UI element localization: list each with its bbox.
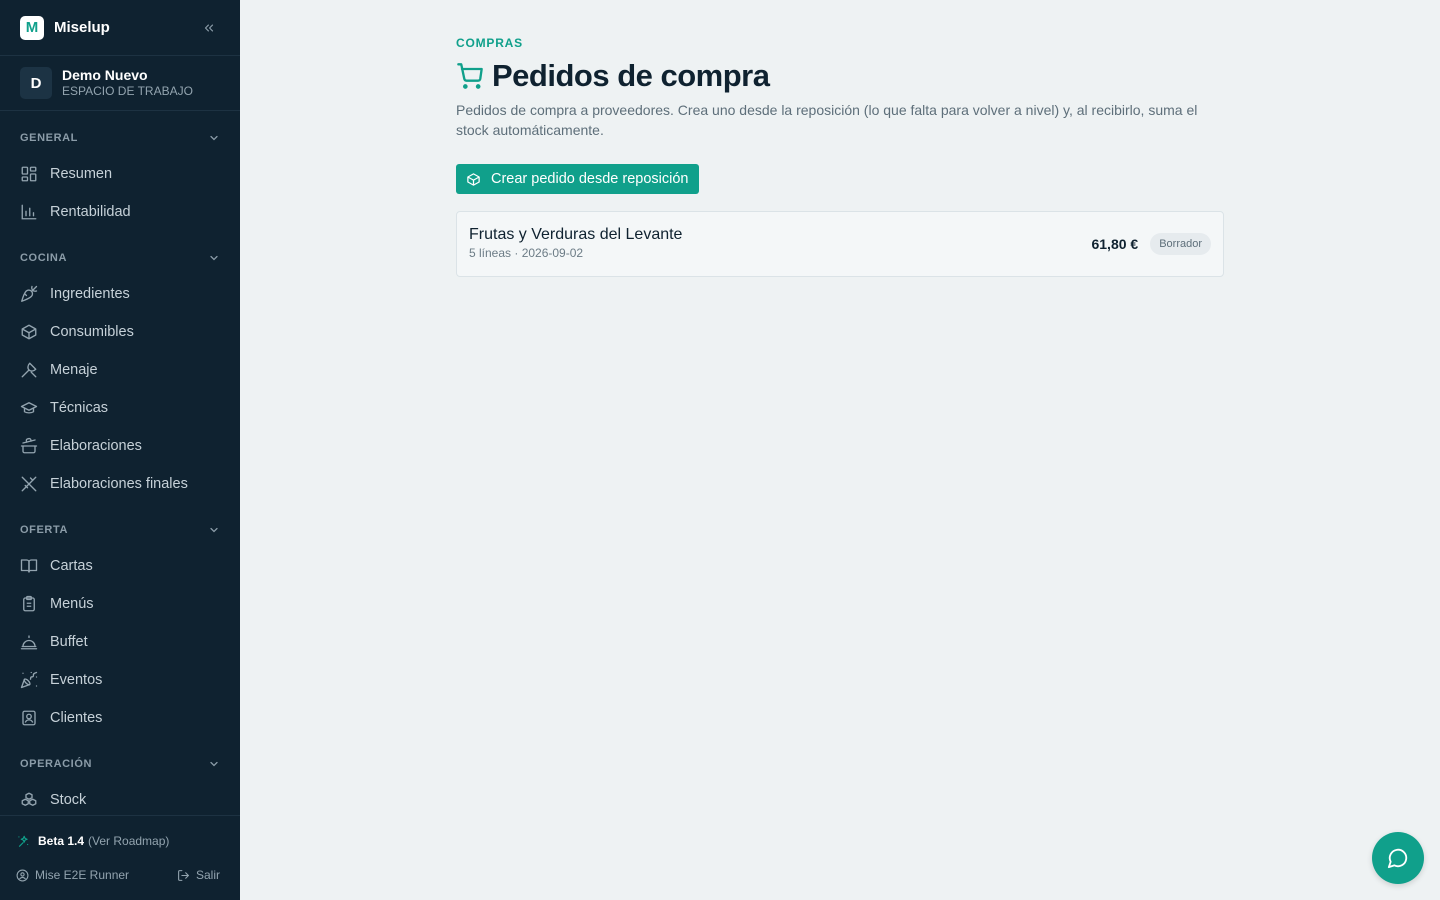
order-amount: 61,80 € [1091, 236, 1139, 252]
chat-button[interactable] [1372, 832, 1424, 884]
sidebar-item-rentabilidad[interactable]: Rentabilidad [0, 193, 240, 231]
section-oferta[interactable]: OFERTA [0, 513, 240, 547]
sidebar-item-resumen[interactable]: Resumen [0, 155, 240, 193]
clipboard-icon [23, 595, 35, 612]
section-title: GENERAL [20, 132, 78, 144]
create-from-replenishment-button[interactable]: Crear pedido desde reposición [456, 164, 699, 194]
user-name: Mise E2E Runner [35, 868, 130, 882]
chevron-down-icon [210, 761, 218, 767]
sidebar-item-clientes[interactable]: Clientes [0, 699, 240, 737]
sidebar-item-cartas[interactable]: Cartas [0, 547, 240, 585]
chevron-down-icon [210, 255, 218, 261]
sidebar-item-menaje[interactable]: Menaje [0, 351, 240, 389]
workspace-avatar: D [20, 67, 52, 99]
user-row: Mise E2E Runner Salir [16, 868, 220, 882]
order-supplier: Frutas y Verduras del Levante [469, 226, 683, 243]
page-header: Pedidos de compra [456, 58, 1224, 94]
sidebar-item-ingredientes[interactable]: Ingredientes [0, 275, 240, 313]
utensil-icon [21, 362, 37, 378]
roadmap-link[interactable]: (Ver Roadmap) [88, 834, 169, 848]
section-general[interactable]: GENERAL [0, 121, 240, 155]
sidebar-item-elaboraciones-finales[interactable]: Elaboraciones finales [0, 465, 240, 503]
sidebar-item-label: Buffet [50, 634, 88, 650]
sidebar-item-label: Elaboraciones [50, 438, 142, 454]
sidebar: M Miselup D Demo Nuevo ESPACIO DE TRABAJ… [0, 0, 240, 900]
sidebar-item-label: Menaje [50, 362, 98, 378]
sidebar-item-label: Rentabilidad [50, 204, 131, 220]
sidebar-item-menus[interactable]: Menús [0, 585, 240, 623]
workspace-name: Demo Nuevo [62, 67, 148, 83]
sidebar-item-label: Menús [50, 596, 94, 612]
sidebar-item-label: Ingredientes [50, 286, 130, 302]
sidebar-item-label: Técnicas [50, 400, 109, 416]
party-popper-icon [20, 671, 38, 689]
contact-icon [22, 710, 36, 726]
boxes-icon [21, 792, 37, 806]
brand-header: M Miselup [0, 0, 240, 56]
message-circle-icon [1387, 848, 1408, 869]
section-operacion[interactable]: OPERACIÓN [0, 747, 240, 781]
page-eyebrow: COMPRAS [456, 36, 523, 50]
sidebar-item-label: Cartas [50, 558, 93, 574]
sidebar-item-label: Consumibles [50, 324, 134, 340]
page-title: Pedidos de compra [492, 58, 770, 93]
book-open-icon [20, 559, 38, 573]
sidebar-item-tecnicas[interactable]: Técnicas [0, 389, 240, 427]
section-title: OPERACIÓN [20, 758, 93, 770]
sidebar-nav: GENERAL Resumen Rentabilidad COCINA Ingr… [0, 111, 240, 819]
logout-icon [178, 869, 189, 881]
section-title: OFERTA [20, 524, 69, 536]
shopping-cart-icon [457, 63, 483, 89]
package-icon [21, 324, 37, 340]
sidebar-item-elaboraciones[interactable]: Elaboraciones [0, 427, 240, 465]
button-label: Crear pedido desde reposición [491, 171, 689, 187]
sidebar-item-consumibles[interactable]: Consumibles [0, 313, 240, 351]
graduation-cap-icon [20, 402, 38, 414]
user-circle-icon [16, 869, 29, 881]
bar-chart-icon [21, 204, 37, 220]
carrot-icon [21, 285, 38, 302]
logout-label: Salir [195, 868, 220, 882]
chevron-down-icon [210, 527, 218, 533]
package-icon [467, 172, 480, 186]
sidebar-item-stock[interactable]: Stock [0, 781, 240, 819]
section-title: COCINA [20, 252, 67, 264]
order-meta: 5 líneas · 2026-09-02 [469, 246, 584, 260]
cloche-icon [20, 635, 38, 650]
sidebar-footer: Beta 1.4 (Ver Roadmap) Mise E2E Runner S… [0, 815, 240, 900]
cooking-pot-icon [20, 437, 38, 454]
version-label: Beta 1.4 [38, 834, 85, 848]
sparkles-icon [18, 835, 29, 847]
version-info: Beta 1.4 (Ver Roadmap) [16, 834, 169, 848]
sidebar-item-label: Resumen [50, 166, 113, 182]
brand-logo[interactable]: M [20, 15, 44, 40]
section-cocina[interactable]: COCINA [0, 241, 240, 275]
sidebar-item-eventos[interactable]: Eventos [0, 661, 240, 699]
collapse-sidebar-button[interactable] [198, 17, 220, 39]
status-badge: Borrador [1150, 233, 1211, 255]
sidebar-item-buffet[interactable]: Buffet [0, 623, 240, 661]
sidebar-item-label: Elaboraciones finales [50, 476, 188, 492]
workspace-switcher[interactable]: D Demo Nuevo ESPACIO DE TRABAJO [0, 56, 240, 111]
chevron-down-icon [210, 135, 218, 141]
fork-knife-icon [21, 476, 37, 492]
sidebar-item-label: Clientes [50, 710, 103, 726]
chevrons-left-icon [204, 24, 214, 31]
sidebar-item-label: Stock [50, 792, 87, 808]
grid-icon [21, 166, 37, 182]
brand-name: Miselup [54, 19, 110, 36]
main-content: COMPRAS Pedidos de compra Pedidos de com… [456, 36, 1224, 277]
sidebar-item-label: Eventos [50, 672, 103, 688]
workspace-subtitle: ESPACIO DE TRABAJO [62, 84, 193, 98]
order-row[interactable]: Frutas y Verduras del Levante 5 líneas ·… [456, 211, 1224, 277]
logout-button[interactable]: Salir [177, 868, 220, 882]
page-description: Pedidos de compra a proveedores. Crea un… [456, 102, 1198, 138]
